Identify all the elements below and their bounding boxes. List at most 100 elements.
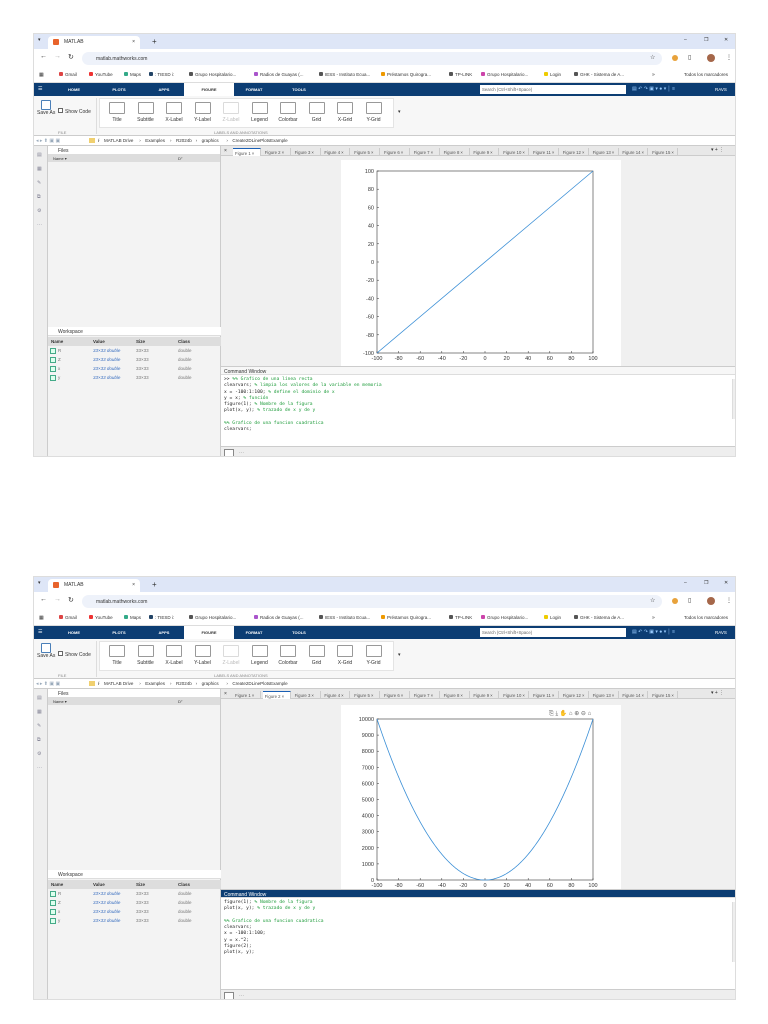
- figure-tab[interactable]: Figure 10×: [501, 691, 530, 699]
- minimize-button[interactable]: –: [684, 580, 687, 586]
- path-segment[interactable]: MATLAB Drive: [104, 138, 133, 143]
- tab-close-icon[interactable]: ×: [431, 150, 434, 155]
- forward-button[interactable]: →: [54, 53, 61, 60]
- ribbon-button-legend[interactable]: Legend: [248, 102, 272, 123]
- bookmark-item[interactable]: TP-LINK: [449, 615, 472, 620]
- bookmark-item[interactable]: Grupo Hospitalario...: [481, 72, 528, 77]
- command-window-header[interactable]: Command Window: [221, 367, 735, 375]
- toolstrip-tab-plots[interactable]: PLOTS: [94, 626, 144, 639]
- tab-close-icon[interactable]: ×: [552, 150, 555, 155]
- command-output[interactable]: >> %% Grafico de una línea recta clearvar…: [221, 375, 735, 436]
- figure-tab[interactable]: Figure 4×: [322, 148, 351, 156]
- ribbon-button-subtitle[interactable]: Subtitle: [134, 645, 158, 666]
- forward-button[interactable]: →: [54, 596, 61, 603]
- bookmark-item[interactable]: Login: [544, 615, 561, 620]
- tab-close-icon[interactable]: ×: [522, 150, 525, 155]
- toolstrip-tab-format[interactable]: FORMAT: [229, 83, 279, 96]
- ribbon-button-grid[interactable]: Grid: [305, 102, 329, 123]
- toolstrip-tab-figure[interactable]: FIGURE: [184, 626, 234, 639]
- figure-tab-add[interactable]: ▾ + ⋮: [711, 690, 724, 696]
- toolstrip-tab-home[interactable]: HOME: [49, 83, 99, 96]
- files-header[interactable]: Files: [48, 689, 220, 698]
- bookmark-item[interactable]: YouTube: [89, 615, 113, 620]
- figure-tab[interactable]: Figure 1×: [233, 691, 261, 699]
- reload-button[interactable]: ↻: [68, 53, 74, 61]
- workspace-icon[interactable]: ▦: [37, 166, 42, 172]
- bookmark-item[interactable]: Préstamos Quirogra...: [381, 615, 431, 620]
- ribbon-button-colorbar[interactable]: Colorbar: [276, 102, 300, 123]
- figure-tab[interactable]: Figure 6×: [382, 148, 410, 156]
- user-menu[interactable]: RAVS: [715, 87, 727, 92]
- tab-close-icon[interactable]: ×: [671, 693, 674, 698]
- nav-buttons-icon[interactable]: ◂ ▸ ⬆ ▣ ▣: [36, 681, 60, 687]
- path-segment[interactable]: Examples: [145, 138, 165, 143]
- reload-button[interactable]: ↻: [68, 596, 74, 604]
- bookmark-item[interactable]: Grupo Hospitalario...: [189, 72, 236, 77]
- toolstrip-tab-apps[interactable]: APPS: [139, 626, 189, 639]
- addons-icon[interactable]: ⚙: [37, 208, 41, 214]
- command-window-header[interactable]: Command Window: [221, 890, 735, 898]
- tab-close-icon[interactable]: ×: [252, 693, 255, 698]
- bookmark-star-icon[interactable]: ☆: [650, 597, 655, 604]
- tab-close-icon[interactable]: ×: [132, 39, 135, 45]
- ribbon-button-z-label[interactable]: Z-Label: [219, 102, 243, 123]
- figure-tab[interactable]: Figure 2×: [263, 148, 291, 156]
- minimize-button[interactable]: –: [684, 37, 687, 43]
- tab-close-icon[interactable]: ×: [671, 150, 674, 155]
- save-as-button[interactable]: Save As: [37, 643, 55, 659]
- ribbon-button-y-grid[interactable]: Y-Grid: [362, 102, 386, 123]
- tab-close-icon[interactable]: ×: [311, 150, 314, 155]
- search-input[interactable]: Search (Ctrl+Shift+Space): [480, 85, 626, 94]
- bookmark-item[interactable]: Maps: [124, 615, 141, 620]
- bookmark-item[interactable]: Grupo Hospitalario...: [481, 615, 528, 620]
- browser-menu-icon[interactable]: ⋮: [726, 597, 732, 604]
- files-header[interactable]: Files: [48, 146, 220, 155]
- workspace-row[interactable]: y 33×33 double 33×33 double: [48, 374, 221, 383]
- tab-close-icon[interactable]: ×: [341, 693, 344, 698]
- new-tab-button[interactable]: +: [152, 37, 157, 46]
- tab-close-icon[interactable]: ×: [612, 693, 615, 698]
- figure-tab-add[interactable]: ▾ + ⋮: [711, 147, 724, 153]
- tab-close-icon[interactable]: ×: [552, 693, 555, 698]
- workspace-header[interactable]: Workspace: [48, 327, 221, 336]
- ws-col-name[interactable]: Name: [51, 339, 63, 344]
- tab-close-icon[interactable]: ×: [642, 150, 645, 155]
- ribbon-button-x-label[interactable]: X-Label: [162, 645, 186, 666]
- apps-grid-icon[interactable]: ▦: [39, 72, 44, 78]
- close-window-button[interactable]: ✕: [724, 37, 728, 43]
- bookmark-item[interactable]: YouTube: [89, 72, 113, 77]
- command-history-icon[interactable]: ⧉: [37, 737, 41, 743]
- figure-tab[interactable]: Figure 10×: [501, 148, 530, 156]
- figure-tab[interactable]: Figure 3×: [293, 148, 321, 156]
- browser-tab[interactable]: MATLAB ×: [48, 579, 140, 592]
- profile-avatar[interactable]: [707, 597, 715, 605]
- figure-tab[interactable]: Figure 5×: [352, 148, 381, 156]
- figure-tab[interactable]: Figure 8×: [442, 148, 470, 156]
- ribbon-button-colorbar[interactable]: Colorbar: [276, 645, 300, 666]
- ribbon-expand-button[interactable]: ▾: [398, 109, 401, 115]
- figure-tabs-collapse[interactable]: ×: [224, 691, 227, 697]
- figure-tab[interactable]: Figure 1×: [233, 148, 261, 156]
- workspace-row[interactable]: R 33×33 double 33×33 double: [48, 347, 221, 356]
- files-col-name[interactable]: Name ▾: [53, 156, 67, 161]
- current-folder-icon[interactable]: ▤: [37, 695, 42, 701]
- figure-tab[interactable]: Figure 5×: [352, 691, 381, 699]
- ribbon-button-title[interactable]: Title: [105, 645, 129, 666]
- tab-close-icon[interactable]: ×: [341, 150, 344, 155]
- quick-access-icons[interactable]: ▤ ↶ ↷ ▣ ▾ ● ▾ │ ≡: [632, 629, 675, 635]
- ws-col-value[interactable]: Value: [93, 339, 105, 344]
- ribbon-expand-button[interactable]: ▾: [398, 652, 401, 658]
- command-output[interactable]: figure(1); % Nombre de la figura plot(x, …: [221, 898, 735, 959]
- save-as-button[interactable]: Save As: [37, 100, 55, 116]
- current-folder-icon[interactable]: ▤: [37, 152, 42, 158]
- tab-close-icon[interactable]: ×: [490, 693, 493, 698]
- bookmark-item[interactable]: Gmail: [59, 615, 77, 620]
- bookmarks-overflow[interactable]: »: [652, 72, 655, 78]
- workspace-header[interactable]: Workspace: [48, 870, 221, 879]
- command-scrollbar[interactable]: [732, 902, 735, 962]
- figure-tab[interactable]: Figure 15×: [650, 148, 679, 156]
- tab-close-icon[interactable]: ×: [371, 150, 374, 155]
- tab-close-icon[interactable]: ×: [311, 693, 314, 698]
- path-segment[interactable]: R2024b: [176, 138, 192, 143]
- ws-col-size[interactable]: Size: [136, 339, 145, 344]
